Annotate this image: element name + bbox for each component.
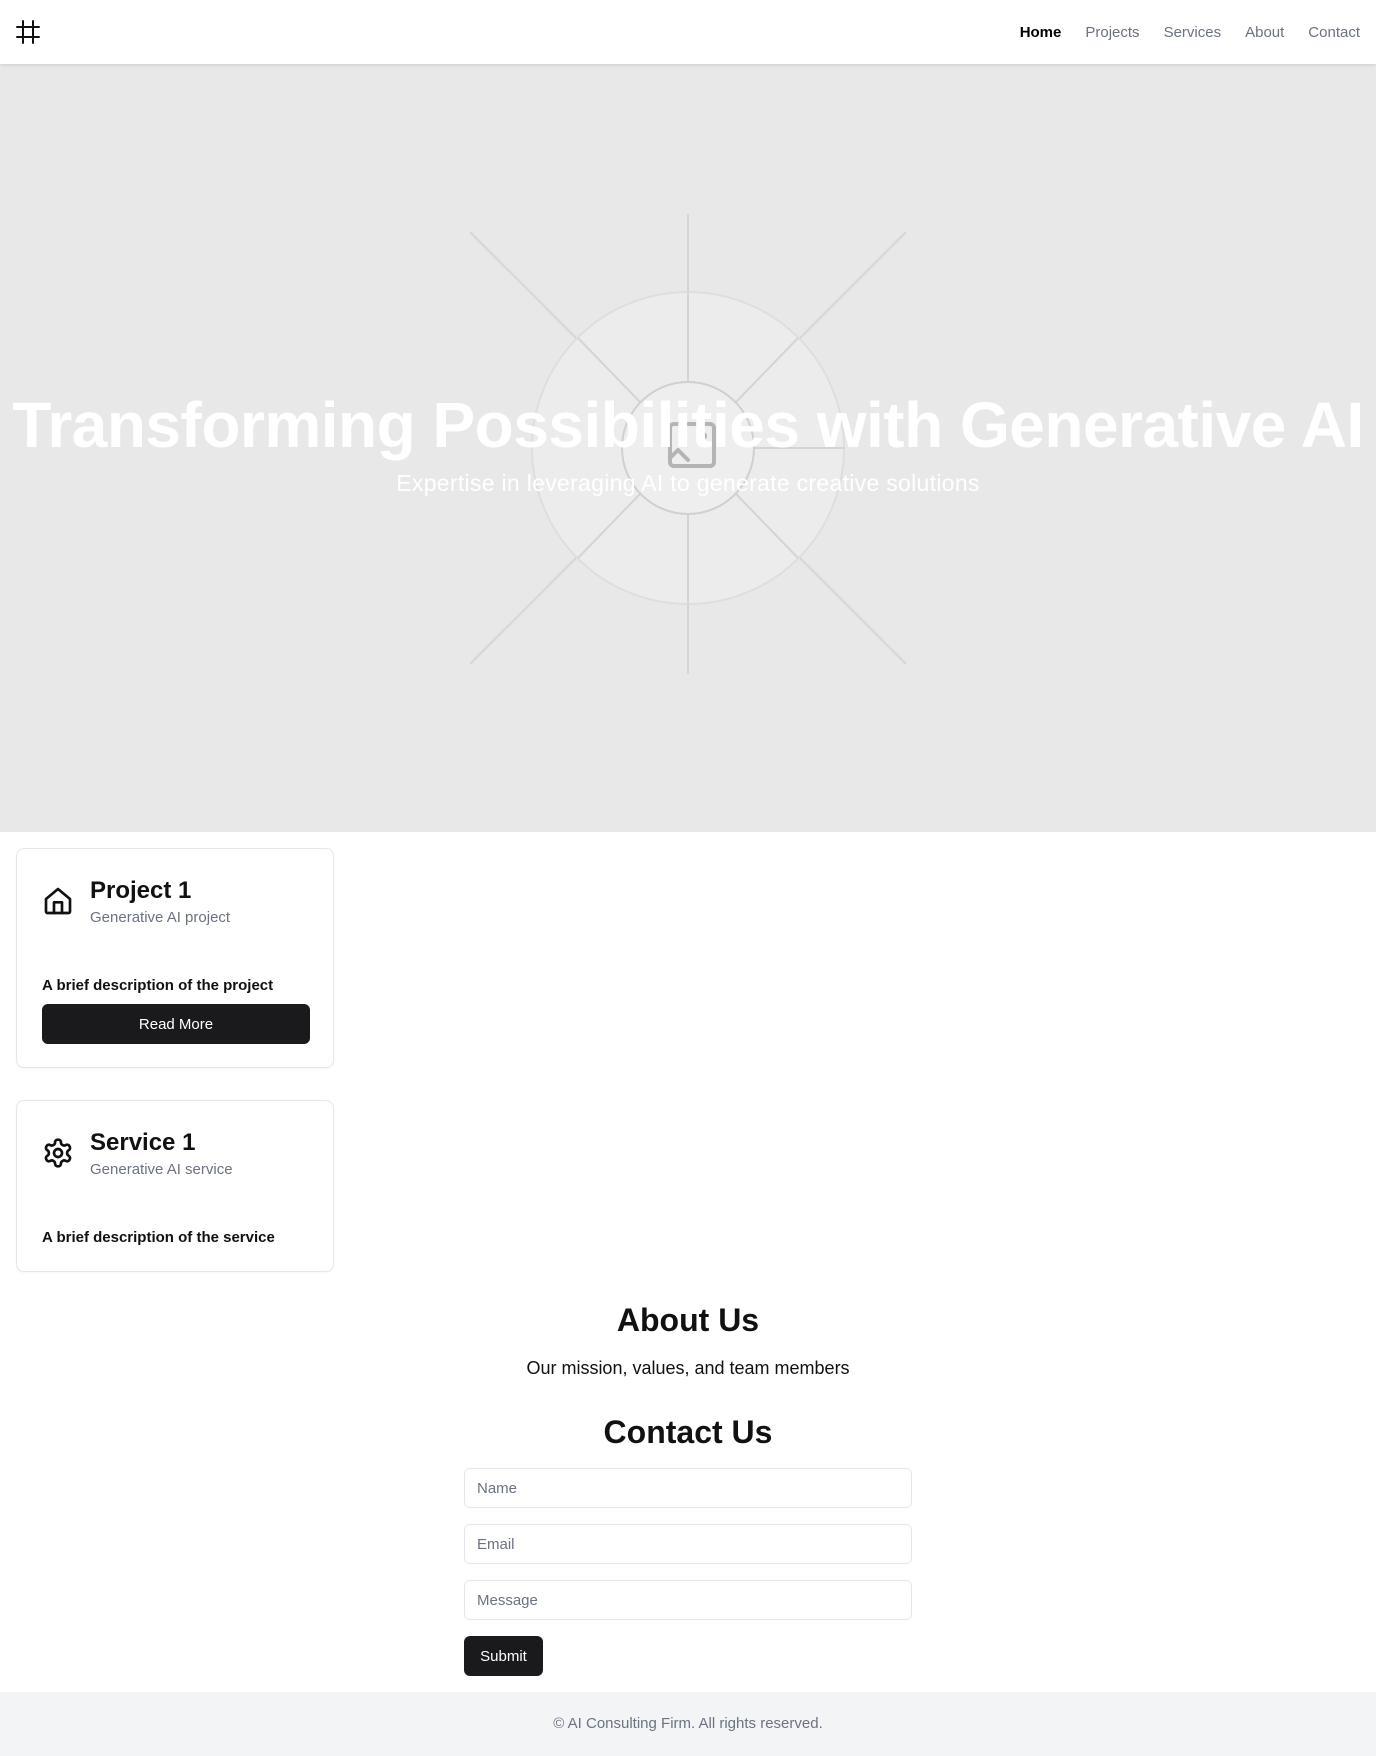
service-card: Service 1 Generative AI service A brief …: [16, 1100, 334, 1272]
submit-button[interactable]: Submit: [464, 1636, 543, 1676]
home-icon: [44, 887, 72, 915]
contact-title: Contact Us: [603, 1414, 773, 1450]
footer-copyright: © AI Consulting Firm. All rights reserve…: [553, 1715, 823, 1732]
project-card-description: A brief description of the project: [42, 977, 274, 994]
project-card: Project 1 Generative AI project A brief …: [16, 848, 334, 1068]
nav-projects-link[interactable]: Projects: [1085, 24, 1139, 41]
site-footer: © AI Consulting Firm. All rights reserve…: [0, 1692, 1376, 1756]
project-card-title: Project 1: [90, 877, 192, 904]
about-title: About Us: [616, 1302, 760, 1338]
nav-about-link[interactable]: About: [1245, 24, 1284, 41]
hero-title: Transforming Possibilities with Generati…: [12, 389, 1364, 461]
message-field[interactable]: [464, 1580, 912, 1620]
nav-home-link[interactable]: Home: [1020, 24, 1062, 41]
site-header: Home Projects Services About Contact: [0, 0, 1376, 64]
hash-grid-icon[interactable]: [16, 20, 40, 44]
about-text: Our mission, values, and team members: [526, 1358, 850, 1378]
project-card-subtitle: Generative AI project: [90, 909, 231, 926]
hero-subtitle: Expertise in leveraging AI to generate c…: [396, 470, 980, 496]
service-card-description: A brief description of the service: [42, 1229, 275, 1246]
main-nav: Home Projects Services About Contact: [1020, 0, 1360, 64]
nav-services-link[interactable]: Services: [1164, 24, 1222, 41]
service-card-title: Service 1: [90, 1129, 196, 1156]
nav-contact-link[interactable]: Contact: [1308, 24, 1360, 41]
name-field[interactable]: [464, 1468, 912, 1508]
read-more-button[interactable]: Read More: [42, 1004, 310, 1044]
service-card-subtitle: Generative AI service: [90, 1161, 233, 1178]
hero-section: Transforming Possibilities with Generati…: [0, 64, 1376, 832]
gear-icon: [44, 1138, 72, 1168]
email-field[interactable]: [464, 1524, 912, 1564]
